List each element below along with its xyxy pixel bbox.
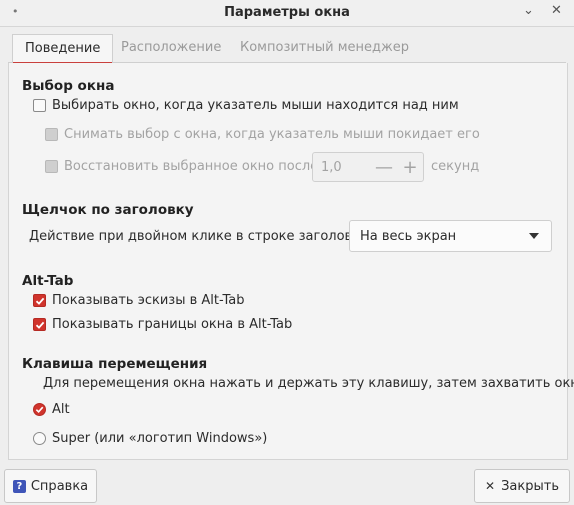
focus-follows-mouse-checkbox[interactable] (33, 99, 46, 112)
double-click-action-dropdown[interactable]: На весь экран (349, 220, 552, 252)
alt-radio[interactable] (33, 403, 46, 416)
double-click-label: Действие при двойном клике в строке заго… (29, 229, 373, 244)
tab-behavior[interactable]: Поведение (12, 34, 114, 64)
show-borders-label: Показывать границы окна в Alt-Tab (52, 317, 293, 332)
show-borders-option[interactable]: Показывать границы окна в Alt-Tab (33, 317, 292, 332)
behavior-panel (8, 63, 568, 460)
check-icon (35, 406, 44, 414)
close-button[interactable]: ✕ Закрыть (474, 469, 570, 503)
dropdown-arrow-icon (529, 233, 539, 239)
restore-delay-unit-row: секунд (431, 159, 479, 174)
double-click-action-value: На весь экран (360, 228, 457, 244)
restore-delay-value[interactable]: 1,0 (313, 160, 371, 175)
show-thumbnails-label: Показывать эскизы в Alt-Tab (52, 293, 245, 308)
help-icon: ? (12, 479, 26, 493)
window-selection-heading: Выбор окна (22, 78, 115, 94)
help-button-label: Справка (30, 478, 89, 494)
close-button-label: Закрыть (501, 478, 559, 494)
tab-bar: Поведение Расположение Композитный менед… (8, 34, 566, 64)
alt-label: Alt (52, 402, 70, 417)
super-label: Super (или «логотип Windows») (52, 431, 268, 446)
close-window-icon[interactable]: ✕ (551, 3, 562, 18)
increment-button[interactable]: + (397, 157, 423, 178)
restore-after-label: Восстановить выбранное окно после (64, 159, 319, 174)
move-key-alt-option[interactable]: Alt (33, 402, 70, 417)
show-borders-checkbox[interactable] (33, 318, 46, 331)
titlebar-click-heading: Щелчок по заголовку (22, 202, 194, 218)
tab-compositor[interactable]: Композитный менеджер (228, 34, 421, 62)
move-key-description: Для перемещения окна нажать и держать эт… (43, 376, 574, 391)
move-key-description-row: Для перемещения окна нажать и держать эт… (43, 376, 574, 391)
move-key-super-option[interactable]: Super (или «логотип Windows») (33, 431, 267, 446)
double-click-row: Действие при двойном клике в строке заго… (29, 229, 372, 244)
focus-follows-mouse-label: Выбирать окно, когда указатель мыши нахо… (52, 98, 459, 113)
restore-after-option[interactable]: Восстановить выбранное окно после (45, 159, 318, 174)
restore-after-checkbox[interactable] (45, 160, 58, 173)
super-radio[interactable] (33, 432, 46, 445)
title-bar: • Параметры окна ⌄ ✕ (0, 0, 574, 27)
restore-delay-spinbox[interactable]: 1,0 — + (312, 152, 424, 182)
show-thumbnails-option[interactable]: Показывать эскизы в Alt-Tab (33, 293, 245, 308)
check-icon (35, 321, 44, 329)
restore-delay-unit: секунд (431, 159, 480, 174)
alt-tab-heading: Alt-Tab (22, 273, 74, 289)
show-thumbnails-checkbox[interactable] (33, 294, 46, 307)
window-title: Параметры окна (224, 5, 350, 20)
unfocus-on-leave-option[interactable]: Снимать выбор с окна, когда указатель мы… (45, 127, 480, 142)
move-key-heading: Клавиша перемещения (22, 356, 208, 372)
help-button[interactable]: ? Справка (4, 469, 97, 503)
close-icon: ✕ (485, 479, 496, 493)
unfocus-on-leave-label: Снимать выбор с окна, когда указатель мы… (64, 127, 480, 142)
focus-follows-mouse-option[interactable]: Выбирать окно, когда указатель мыши нахо… (33, 98, 459, 113)
decrement-button[interactable]: — (371, 157, 397, 178)
minimize-icon[interactable]: ⌄ (523, 3, 534, 18)
unfocus-on-leave-checkbox[interactable] (45, 128, 58, 141)
check-icon (35, 297, 44, 305)
tab-placement[interactable]: Расположение (109, 34, 233, 62)
